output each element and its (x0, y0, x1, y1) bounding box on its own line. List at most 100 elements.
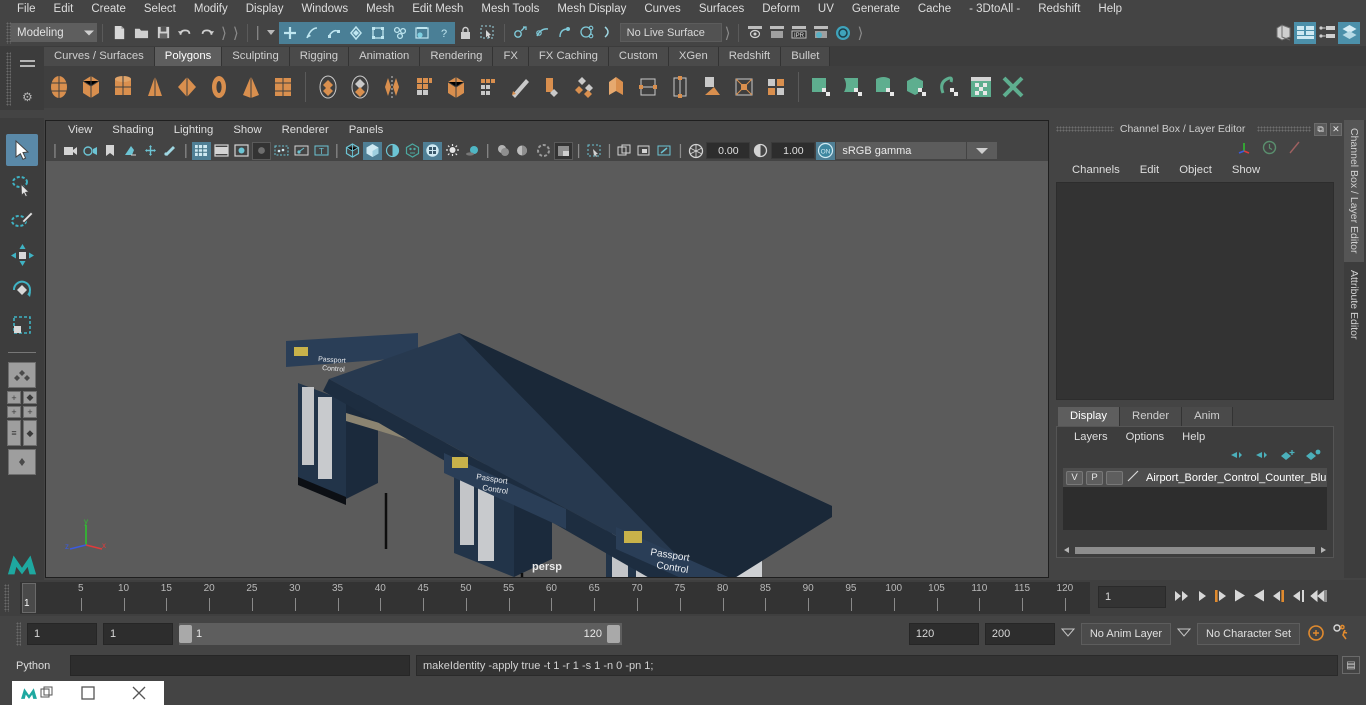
exposure-icon[interactable] (686, 142, 705, 160)
viewport-menu-lighting[interactable]: Lighting (164, 121, 224, 140)
select-highlight-icon[interactable] (477, 22, 499, 44)
vtab-channel-box-layer-editor[interactable]: Channel Box / Layer Editor (1344, 120, 1364, 262)
scrollbar-thumb[interactable] (1075, 547, 1315, 554)
smooth-shade-icon[interactable] (362, 141, 382, 160)
polygon-cylinder-icon[interactable] (108, 70, 138, 104)
append-icon[interactable] (601, 70, 631, 104)
mirror-icon[interactable] (377, 70, 407, 104)
animation-start-field[interactable]: 1 (27, 623, 97, 645)
options-menu[interactable]: Options (1117, 431, 1174, 443)
go-to-end-icon[interactable] (1310, 589, 1327, 606)
pane-quad-1[interactable]: + (7, 391, 21, 404)
rotate-tool[interactable] (6, 274, 38, 306)
shelf-tab-rendering[interactable]: Rendering (420, 47, 494, 66)
menu-select[interactable]: Select (135, 0, 185, 19)
render-globals-icon[interactable] (832, 22, 854, 44)
color-space-selector[interactable]: sRGB gamma (836, 142, 967, 159)
separate-icon[interactable] (345, 70, 375, 104)
hypershade-icon[interactable] (1272, 22, 1294, 44)
mask-curve-icon[interactable] (300, 21, 323, 44)
vtab-attribute-editor[interactable]: Attribute Editor (1344, 262, 1364, 347)
chevron-down-icon[interactable] (1060, 628, 1075, 640)
range-slider-right-handle[interactable] (607, 625, 620, 643)
polygon-plane-icon[interactable] (172, 70, 202, 104)
layer-list[interactable]: V P Airport_Border_Control_Counter_Blu (1063, 468, 1327, 530)
uv-plane-icon[interactable] (806, 70, 836, 104)
snap-curve-icon[interactable] (532, 22, 554, 44)
select-camera-icon[interactable] (61, 142, 80, 160)
menu-mesh[interactable]: Mesh (357, 0, 403, 19)
uv-cut-icon[interactable] (998, 70, 1028, 104)
smooth-icon[interactable] (409, 70, 439, 104)
new-scene-icon[interactable] (108, 22, 130, 44)
outliner-persp-layout[interactable]: ≡ ◆ (7, 420, 37, 446)
shelf-tab-fx-caching[interactable]: FX Caching (528, 47, 609, 66)
select-object-bracket-icon[interactable]: ⟩ (230, 24, 242, 42)
pane-quad-3[interactable]: + (7, 406, 21, 418)
menu-generate[interactable]: Generate (843, 0, 909, 19)
lights-icon[interactable] (443, 142, 462, 160)
lock-camera-icon[interactable] (81, 142, 100, 160)
grid-toggle-icon[interactable] (191, 141, 211, 160)
shelf-tab-polygons[interactable]: Polygons (154, 47, 223, 66)
view-transform-toggle-icon[interactable]: ON (816, 141, 836, 160)
snap-point-icon[interactable] (554, 22, 576, 44)
play-backwards-icon[interactable] (1232, 588, 1247, 606)
menu-surfaces[interactable]: Surfaces (690, 0, 753, 19)
play-forwards-icon[interactable] (1252, 588, 1267, 606)
menu-create[interactable]: Create (82, 0, 135, 19)
layer-tab-render[interactable]: Render (1120, 407, 1183, 426)
channel-box-attribute-list[interactable] (1056, 182, 1334, 400)
menu-modify[interactable]: Modify (185, 0, 237, 19)
layer-list-scrollbar[interactable] (1063, 546, 1327, 555)
polygon-cone-icon[interactable] (140, 70, 170, 104)
manipulator-icon[interactable] (1237, 140, 1252, 158)
ipr-render-icon[interactable]: IPR (788, 22, 810, 44)
mask-dynamic-icon[interactable] (366, 21, 389, 44)
go-to-start-icon[interactable] (1172, 589, 1189, 606)
menu-3dtoall[interactable]: - 3DtoAll - (960, 0, 1029, 19)
render-settings-icon[interactable] (810, 22, 832, 44)
mask-misc-icon[interactable] (410, 21, 433, 44)
multi-cut-tool-icon[interactable] (761, 70, 791, 104)
xray-joints-icon[interactable] (292, 142, 311, 160)
menu-windows[interactable]: Windows (292, 0, 357, 19)
step-forward-frame-icon[interactable] (1272, 589, 1286, 606)
panel-drag-dots-left[interactable] (1056, 126, 1114, 132)
paste-view-icon[interactable] (635, 142, 654, 160)
uv-cylinder-icon[interactable] (838, 70, 868, 104)
shadows-icon[interactable] (463, 142, 482, 160)
menu-deform[interactable]: Deform (753, 0, 809, 19)
shelf-tab-xgen[interactable]: XGen (668, 47, 719, 66)
wireframe-icon[interactable] (343, 142, 362, 160)
quad-draw-icon[interactable] (665, 70, 695, 104)
mask-deformation-icon[interactable] (344, 21, 367, 44)
polygon-torus-icon[interactable] (204, 70, 234, 104)
channels-menu[interactable]: Channels (1062, 164, 1130, 176)
new-layer-icon[interactable] (1280, 449, 1296, 464)
layer-row[interactable]: V P Airport_Border_Control_Counter_Blu (1063, 468, 1327, 487)
ao-icon[interactable] (494, 142, 513, 160)
menu-edit[interactable]: Edit (45, 0, 83, 19)
menu-cache[interactable]: Cache (909, 0, 960, 19)
viewport-menu-shading[interactable]: Shading (102, 121, 163, 140)
copy-view-icon[interactable] (615, 142, 634, 160)
mask-handle-icon[interactable] (278, 21, 301, 44)
menu-curves[interactable]: Curves (635, 0, 689, 19)
shelf-tab-sculpting[interactable]: Sculpting (222, 47, 290, 66)
shelf-menu-icon[interactable] (20, 60, 35, 70)
animation-preferences-icon[interactable] (1332, 623, 1352, 646)
range-slider-drag-dots[interactable] (16, 622, 21, 646)
shelf-tab-rigging[interactable]: Rigging (289, 47, 350, 66)
slash-icon[interactable] (1287, 140, 1302, 158)
bookmark-icon[interactable] (101, 142, 120, 160)
select-hierarchy-bracket-icon[interactable]: ⟩ (218, 24, 230, 42)
menu-redshift[interactable]: Redshift (1029, 0, 1089, 19)
range-slider-left-handle[interactable] (179, 625, 192, 643)
anim-layer-selector[interactable]: No Anim Layer (1080, 623, 1172, 645)
xray-textures-icon[interactable]: T (312, 142, 331, 160)
pane-quad-2[interactable]: ◆ (23, 391, 37, 404)
bevel-icon[interactable] (505, 70, 535, 104)
boolean-icon[interactable] (441, 70, 471, 104)
uv-contour-icon[interactable] (934, 70, 964, 104)
